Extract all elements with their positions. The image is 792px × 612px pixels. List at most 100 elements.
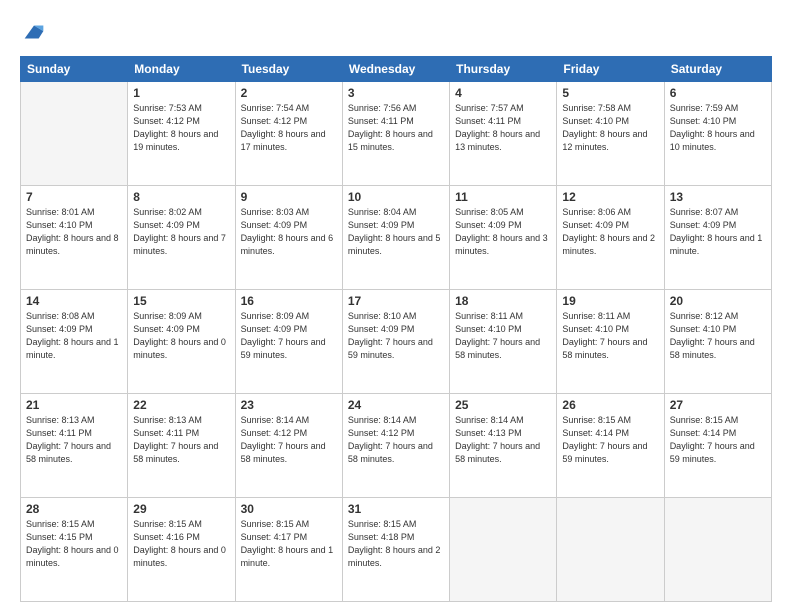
- day-number: 27: [670, 398, 766, 412]
- calendar-cell: 7 Sunrise: 8:01 AMSunset: 4:10 PMDaylight…: [21, 186, 128, 290]
- day-info: Sunrise: 8:11 AMSunset: 4:10 PMDaylight:…: [455, 310, 551, 362]
- calendar-cell: [450, 498, 557, 602]
- calendar-cell: 27 Sunrise: 8:15 AMSunset: 4:14 PMDayligh…: [664, 394, 771, 498]
- day-number: 16: [241, 294, 337, 308]
- calendar-cell: 5 Sunrise: 7:58 AMSunset: 4:10 PMDaylight…: [557, 82, 664, 186]
- day-info: Sunrise: 8:14 AMSunset: 4:13 PMDaylight:…: [455, 414, 551, 466]
- calendar-cell: 9Sunrise: 8:03 AMSunset: 4:09 PMDaylight…: [235, 186, 342, 290]
- calendar-cell: [21, 82, 128, 186]
- day-info: Sunrise: 7:57 AMSunset: 4:11 PMDaylight:…: [455, 102, 551, 154]
- day-info: Sunrise: 8:15 AMSunset: 4:17 PMDaylight:…: [241, 518, 337, 570]
- calendar-cell: 11 Sunrise: 8:05 AMSunset: 4:09 PMDayligh…: [450, 186, 557, 290]
- calendar-cell: 28 Sunrise: 8:15 AMSunset: 4:15 PMDayligh…: [21, 498, 128, 602]
- day-number: 30: [241, 502, 337, 516]
- day-info: Sunrise: 8:09 AMSunset: 4:09 PMDaylight:…: [133, 310, 229, 362]
- day-info: Sunrise: 8:13 AMSunset: 4:11 PMDaylight:…: [133, 414, 229, 466]
- calendar-cell: [664, 498, 771, 602]
- calendar-cell: 18 Sunrise: 8:11 AMSunset: 4:10 PMDayligh…: [450, 290, 557, 394]
- calendar-cell: 17 Sunrise: 8:10 AMSunset: 4:09 PMDayligh…: [342, 290, 449, 394]
- day-info: Sunrise: 7:54 AMSunset: 4:12 PMDaylight:…: [241, 102, 337, 154]
- day-number: 28: [26, 502, 122, 516]
- day-number: 9: [241, 190, 337, 204]
- logo-icon: [20, 18, 48, 46]
- day-info: Sunrise: 8:02 AMSunset: 4:09 PMDaylight:…: [133, 206, 229, 258]
- day-number: 21: [26, 398, 122, 412]
- day-number: 12: [562, 190, 658, 204]
- day-info: Sunrise: 8:11 AMSunset: 4:10 PMDaylight:…: [562, 310, 658, 362]
- day-info: Sunrise: 8:05 AMSunset: 4:09 PMDaylight:…: [455, 206, 551, 258]
- calendar-cell: 14 Sunrise: 8:08 AMSunset: 4:09 PMDayligh…: [21, 290, 128, 394]
- day-info: Sunrise: 7:59 AMSunset: 4:10 PMDaylight:…: [670, 102, 766, 154]
- day-number: 6: [670, 86, 766, 100]
- day-info: Sunrise: 8:14 AMSunset: 4:12 PMDaylight:…: [241, 414, 337, 466]
- day-info: Sunrise: 7:53 AMSunset: 4:12 PMDaylight:…: [133, 102, 229, 154]
- day-info: Sunrise: 8:08 AMSunset: 4:09 PMDaylight:…: [26, 310, 122, 362]
- day-number: 5: [562, 86, 658, 100]
- weekday-header-sunday: Sunday: [21, 57, 128, 82]
- weekday-header-thursday: Thursday: [450, 57, 557, 82]
- day-info: Sunrise: 8:07 AMSunset: 4:09 PMDaylight:…: [670, 206, 766, 258]
- day-number: 19: [562, 294, 658, 308]
- day-number: 11: [455, 190, 551, 204]
- calendar-cell: 25Sunrise: 8:14 AMSunset: 4:13 PMDayligh…: [450, 394, 557, 498]
- calendar-cell: 23Sunrise: 8:14 AMSunset: 4:12 PMDayligh…: [235, 394, 342, 498]
- calendar-cell: 1 Sunrise: 7:53 AMSunset: 4:12 PMDaylight…: [128, 82, 235, 186]
- day-info: Sunrise: 8:12 AMSunset: 4:10 PMDaylight:…: [670, 310, 766, 362]
- calendar-cell: 16Sunrise: 8:09 AMSunset: 4:09 PMDayligh…: [235, 290, 342, 394]
- header: [20, 18, 772, 46]
- day-number: 8: [133, 190, 229, 204]
- day-number: 22: [133, 398, 229, 412]
- calendar-cell: 31Sunrise: 8:15 AMSunset: 4:18 PMDayligh…: [342, 498, 449, 602]
- calendar-cell: 13 Sunrise: 8:07 AMSunset: 4:09 PMDayligh…: [664, 186, 771, 290]
- day-info: Sunrise: 8:10 AMSunset: 4:09 PMDaylight:…: [348, 310, 444, 362]
- weekday-header-row: SundayMondayTuesdayWednesdayThursdayFrid…: [21, 57, 772, 82]
- day-number: 18: [455, 294, 551, 308]
- day-number: 14: [26, 294, 122, 308]
- day-number: 1: [133, 86, 229, 100]
- day-info: Sunrise: 8:04 AMSunset: 4:09 PMDaylight:…: [348, 206, 444, 258]
- calendar-cell: 29 Sunrise: 8:15 AMSunset: 4:16 PMDayligh…: [128, 498, 235, 602]
- calendar-week-3: 14 Sunrise: 8:08 AMSunset: 4:09 PMDayligh…: [21, 290, 772, 394]
- calendar-cell: 19 Sunrise: 8:11 AMSunset: 4:10 PMDayligh…: [557, 290, 664, 394]
- calendar-cell: 20 Sunrise: 8:12 AMSunset: 4:10 PMDayligh…: [664, 290, 771, 394]
- day-number: 31: [348, 502, 444, 516]
- day-number: 2: [241, 86, 337, 100]
- day-number: 7: [26, 190, 122, 204]
- weekday-header-saturday: Saturday: [664, 57, 771, 82]
- calendar-cell: 22 Sunrise: 8:13 AMSunset: 4:11 PMDayligh…: [128, 394, 235, 498]
- calendar-cell: 24Sunrise: 8:14 AMSunset: 4:12 PMDayligh…: [342, 394, 449, 498]
- calendar-cell: 2 Sunrise: 7:54 AMSunset: 4:12 PMDaylight…: [235, 82, 342, 186]
- calendar-cell: [557, 498, 664, 602]
- calendar-week-4: 21 Sunrise: 8:13 AMSunset: 4:11 PMDayligh…: [21, 394, 772, 498]
- day-number: 3: [348, 86, 444, 100]
- calendar-cell: 15 Sunrise: 8:09 AMSunset: 4:09 PMDayligh…: [128, 290, 235, 394]
- day-number: 20: [670, 294, 766, 308]
- calendar-cell: 30 Sunrise: 8:15 AMSunset: 4:17 PMDayligh…: [235, 498, 342, 602]
- calendar-cell: 6 Sunrise: 7:59 AMSunset: 4:10 PMDaylight…: [664, 82, 771, 186]
- calendar-week-1: 1 Sunrise: 7:53 AMSunset: 4:12 PMDaylight…: [21, 82, 772, 186]
- logo: [20, 18, 52, 46]
- calendar-cell: 8 Sunrise: 8:02 AMSunset: 4:09 PMDaylight…: [128, 186, 235, 290]
- page: SundayMondayTuesdayWednesdayThursdayFrid…: [0, 0, 792, 612]
- day-info: Sunrise: 8:01 AMSunset: 4:10 PMDaylight:…: [26, 206, 122, 258]
- day-info: Sunrise: 8:15 AMSunset: 4:14 PMDaylight:…: [670, 414, 766, 466]
- day-number: 13: [670, 190, 766, 204]
- day-info: Sunrise: 7:58 AMSunset: 4:10 PMDaylight:…: [562, 102, 658, 154]
- weekday-header-tuesday: Tuesday: [235, 57, 342, 82]
- day-number: 4: [455, 86, 551, 100]
- day-number: 26: [562, 398, 658, 412]
- calendar-cell: 12Sunrise: 8:06 AMSunset: 4:09 PMDayligh…: [557, 186, 664, 290]
- day-info: Sunrise: 8:15 AMSunset: 4:16 PMDaylight:…: [133, 518, 229, 570]
- day-info: Sunrise: 8:15 AMSunset: 4:14 PMDaylight:…: [562, 414, 658, 466]
- day-number: 29: [133, 502, 229, 516]
- calendar-cell: 4 Sunrise: 7:57 AMSunset: 4:11 PMDaylight…: [450, 82, 557, 186]
- day-info: Sunrise: 8:15 AMSunset: 4:15 PMDaylight:…: [26, 518, 122, 570]
- day-number: 10: [348, 190, 444, 204]
- calendar-week-5: 28 Sunrise: 8:15 AMSunset: 4:15 PMDayligh…: [21, 498, 772, 602]
- day-number: 17: [348, 294, 444, 308]
- weekday-header-wednesday: Wednesday: [342, 57, 449, 82]
- day-number: 15: [133, 294, 229, 308]
- calendar-cell: 10 Sunrise: 8:04 AMSunset: 4:09 PMDayligh…: [342, 186, 449, 290]
- calendar-week-2: 7 Sunrise: 8:01 AMSunset: 4:10 PMDaylight…: [21, 186, 772, 290]
- calendar-cell: 3Sunrise: 7:56 AMSunset: 4:11 PMDaylight…: [342, 82, 449, 186]
